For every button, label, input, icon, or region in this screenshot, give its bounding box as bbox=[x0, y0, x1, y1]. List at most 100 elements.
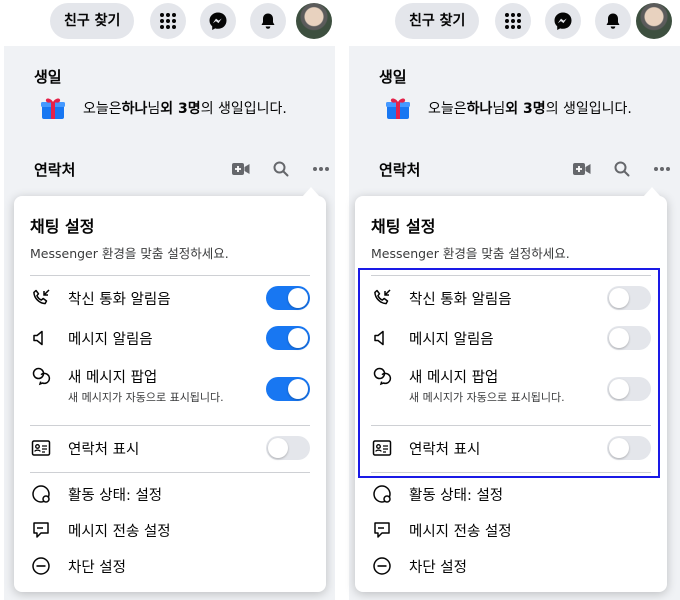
contacts-toolbar bbox=[212, 158, 332, 180]
divider bbox=[30, 472, 310, 473]
toggle-knob bbox=[268, 438, 288, 458]
birthday-name[interactable]: 하나 bbox=[122, 98, 148, 118]
new-message-popup-label: 새 메시지 팝업 bbox=[409, 369, 499, 386]
block-settings-item[interactable]: 차단 설정 bbox=[371, 555, 651, 577]
block-icon bbox=[371, 555, 393, 577]
active-status-icon bbox=[30, 483, 52, 505]
settings-panel-before: 친구 찾기 생일 오늘은 하나 님 외 3명 의 생일입니다. 연락처 채팅 설정 … bbox=[0, 0, 335, 600]
chat-settings-title: 채팅 설정 bbox=[30, 217, 95, 236]
active-status-label: 활동 상태: 설정 bbox=[68, 487, 163, 504]
message-sound-setting[interactable]: 메시지 알림음 bbox=[30, 326, 310, 350]
birthday-prefix: 오늘은 bbox=[428, 101, 467, 117]
message-sound-toggle[interactable] bbox=[607, 326, 651, 350]
show-contacts-toggle[interactable] bbox=[607, 436, 651, 460]
toggle-knob bbox=[288, 288, 308, 308]
new-room-icon[interactable] bbox=[571, 158, 593, 180]
speaker-icon bbox=[371, 327, 393, 349]
toggle-knob bbox=[288, 328, 308, 348]
contacts-title: 연락처 bbox=[379, 161, 421, 179]
speaker-icon bbox=[30, 327, 52, 349]
messenger-icon[interactable] bbox=[200, 3, 236, 39]
active-status-icon bbox=[371, 483, 393, 505]
toggle-knob bbox=[609, 288, 629, 308]
divider bbox=[371, 472, 651, 473]
popup-caret bbox=[302, 187, 320, 197]
incoming-call-sound-toggle[interactable] bbox=[607, 286, 651, 310]
new-message-popup-toggle[interactable] bbox=[266, 377, 310, 401]
message-delivery-item[interactable]: 메시지 전송 설정 bbox=[30, 519, 310, 541]
message-delivery-label: 메시지 전송 설정 bbox=[409, 523, 512, 540]
message-delivery-icon bbox=[371, 519, 393, 541]
profile-avatar[interactable] bbox=[636, 3, 672, 39]
bell-icon[interactable] bbox=[595, 3, 631, 39]
birthday-mid: 님 bbox=[147, 101, 161, 117]
new-message-popup-setting[interactable]: 새 메시지 팝업 새 메시지가 자동으로 표시됩니다. bbox=[30, 365, 310, 404]
birthday-count[interactable]: 외 3명 bbox=[505, 98, 545, 118]
profile-avatar[interactable] bbox=[296, 3, 332, 39]
incoming-call-sound-label: 착신 통화 알림음 bbox=[409, 291, 512, 308]
bell-icon[interactable] bbox=[250, 3, 286, 39]
grid-menu-icon[interactable] bbox=[495, 3, 531, 39]
birthday-count[interactable]: 외 3명 bbox=[160, 98, 200, 118]
birthday-prefix: 오늘은 bbox=[83, 101, 122, 117]
chat-settings-popup: 채팅 설정 Messenger 환경을 맞춤 설정하세요. 착신 통화 알림음 … bbox=[14, 187, 326, 592]
toggle-knob bbox=[609, 438, 629, 458]
message-sound-toggle[interactable] bbox=[266, 326, 310, 350]
divider bbox=[371, 275, 651, 276]
new-message-popup-setting[interactable]: 새 메시지 팝업 새 메시지가 자동으로 표시됩니다. bbox=[371, 365, 651, 404]
divider bbox=[30, 425, 310, 426]
new-message-popup-toggle[interactable] bbox=[607, 377, 651, 401]
popup-caret bbox=[643, 187, 661, 197]
show-contacts-setting[interactable]: 연락처 표시 bbox=[30, 436, 310, 460]
more-options-icon[interactable] bbox=[651, 158, 673, 180]
incoming-call-sound-toggle[interactable] bbox=[266, 286, 310, 310]
divider bbox=[30, 275, 310, 276]
show-contacts-toggle[interactable] bbox=[266, 436, 310, 460]
chat-settings-title: 채팅 설정 bbox=[371, 217, 436, 236]
new-message-popup-note: 새 메시지가 자동으로 표시됩니다. bbox=[409, 391, 565, 404]
message-delivery-item[interactable]: 메시지 전송 설정 bbox=[371, 519, 651, 541]
new-message-popup-note: 새 메시지가 자동으로 표시됩니다. bbox=[68, 391, 224, 404]
chat-bubbles-icon bbox=[371, 365, 393, 387]
show-contacts-label: 연락처 표시 bbox=[409, 441, 481, 458]
birthday-notice[interactable]: 오늘은 하나 님 외 3명 의 생일입니다. bbox=[40, 95, 287, 121]
chat-settings-subtitle: Messenger 환경을 맞춤 설정하세요. bbox=[30, 246, 229, 261]
birthday-suffix: 의 생일입니다. bbox=[545, 101, 632, 117]
block-settings-label: 차단 설정 bbox=[68, 559, 126, 576]
messenger-icon[interactable] bbox=[545, 3, 581, 39]
active-status-item[interactable]: 활동 상태: 설정 bbox=[371, 483, 651, 505]
toggle-knob bbox=[609, 379, 629, 399]
active-status-item[interactable]: 활동 상태: 설정 bbox=[30, 483, 310, 505]
incoming-call-sound-setting[interactable]: 착신 통화 알림음 bbox=[371, 286, 651, 310]
find-friends-button[interactable]: 친구 찾기 bbox=[395, 3, 480, 39]
contacts-toolbar bbox=[553, 158, 673, 180]
more-options-icon[interactable] bbox=[310, 158, 332, 180]
search-icon[interactable] bbox=[270, 158, 292, 180]
phone-incoming-icon bbox=[30, 287, 52, 309]
phone-incoming-icon bbox=[371, 287, 393, 309]
block-icon bbox=[30, 555, 52, 577]
show-contacts-setting[interactable]: 연락처 표시 bbox=[371, 436, 651, 460]
block-settings-item[interactable]: 차단 설정 bbox=[30, 555, 310, 577]
birthday-notice[interactable]: 오늘은 하나 님 외 3명 의 생일입니다. bbox=[385, 95, 632, 121]
birthday-mid: 님 bbox=[492, 101, 506, 117]
incoming-call-sound-setting[interactable]: 착신 통화 알림음 bbox=[30, 286, 310, 310]
gift-icon bbox=[386, 98, 410, 119]
new-room-icon[interactable] bbox=[230, 158, 252, 180]
chat-settings-subtitle: Messenger 환경을 맞춤 설정하세요. bbox=[371, 246, 570, 261]
search-icon[interactable] bbox=[611, 158, 633, 180]
birthday-title: 생일 bbox=[34, 68, 62, 86]
new-message-popup-label: 새 메시지 팝업 bbox=[68, 369, 158, 386]
message-sound-setting[interactable]: 메시지 알림음 bbox=[371, 326, 651, 350]
chat-bubbles-icon bbox=[30, 365, 52, 387]
birthday-name[interactable]: 하나 bbox=[467, 98, 493, 118]
contact-card-icon bbox=[30, 437, 52, 459]
message-delivery-label: 메시지 전송 설정 bbox=[68, 523, 171, 540]
divider bbox=[371, 425, 651, 426]
top-bar: 친구 찾기 bbox=[345, 0, 680, 46]
chat-settings-popup: 채팅 설정 Messenger 환경을 맞춤 설정하세요. 착신 통화 알림음 … bbox=[355, 187, 667, 592]
grid-menu-icon[interactable] bbox=[150, 3, 186, 39]
block-settings-label: 차단 설정 bbox=[409, 559, 467, 576]
message-delivery-icon bbox=[30, 519, 52, 541]
find-friends-button[interactable]: 친구 찾기 bbox=[50, 3, 135, 39]
